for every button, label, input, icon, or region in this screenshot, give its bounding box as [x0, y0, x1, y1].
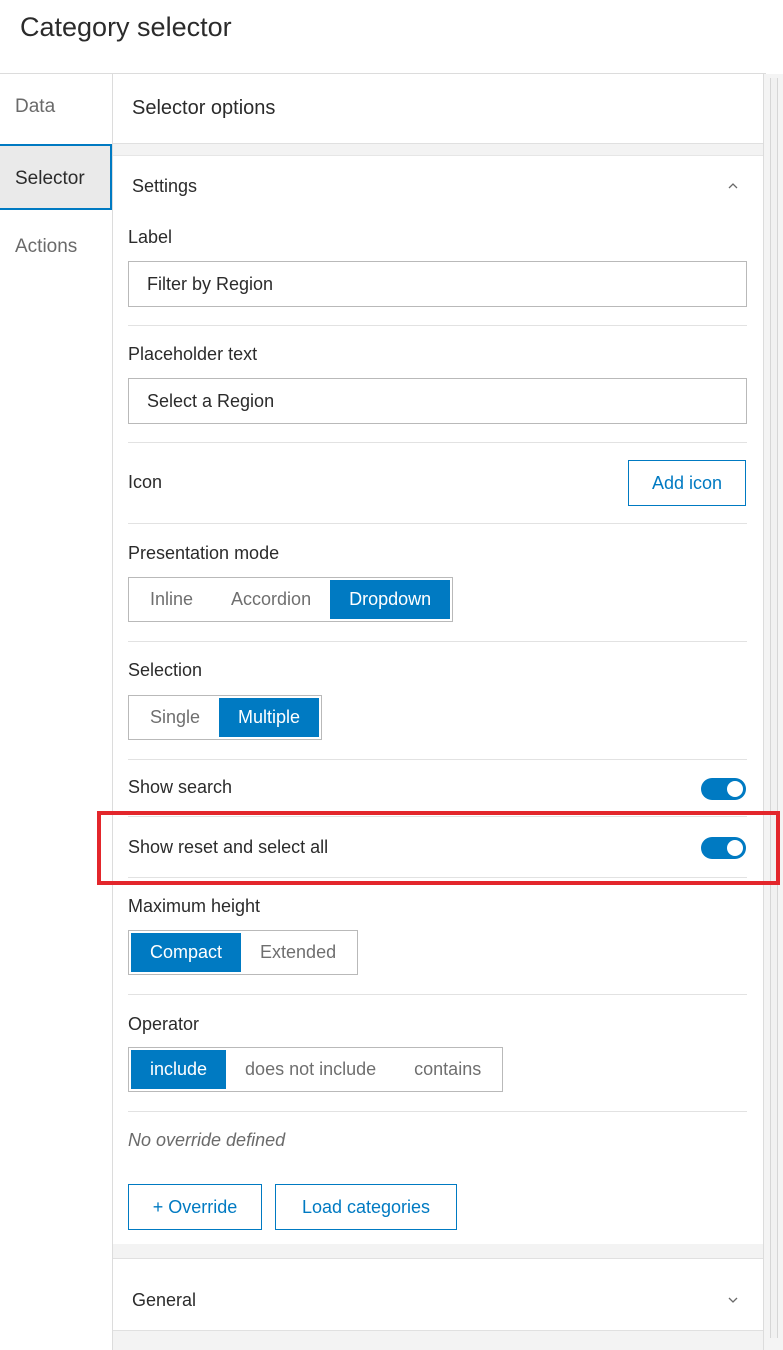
- presentation-mode-dropdown[interactable]: Dropdown: [330, 580, 451, 619]
- chevron-down-icon[interactable]: [725, 1292, 741, 1308]
- maximum-height-extended[interactable]: Extended: [241, 933, 355, 972]
- settings-section-header[interactable]: Settings: [113, 156, 763, 216]
- show-search-toggle[interactable]: [701, 778, 746, 800]
- operator-contains[interactable]: contains: [395, 1050, 500, 1089]
- toggle-knob: [727, 840, 743, 856]
- tab-data[interactable]: Data: [0, 74, 112, 140]
- show-search-label: Show search: [128, 777, 233, 797]
- divider: [128, 641, 747, 642]
- icon-field-label: Icon: [128, 472, 163, 492]
- divider: [128, 442, 747, 443]
- chevron-up-icon[interactable]: [725, 178, 741, 194]
- scrollbar[interactable]: [763, 74, 783, 1350]
- divider: [128, 816, 747, 817]
- section-gap: [113, 1244, 763, 1258]
- maximum-height-compact[interactable]: Compact: [131, 933, 242, 972]
- section-gap: [113, 1330, 763, 1350]
- override-note: No override defined: [128, 1130, 286, 1150]
- selection-single[interactable]: Single: [131, 698, 219, 737]
- tab-rail: Data Selector Actions: [0, 74, 113, 1350]
- toggle-knob: [727, 781, 743, 797]
- selection-label: Selection: [128, 660, 203, 680]
- show-reset-toggle[interactable]: [701, 837, 746, 859]
- divider: [128, 759, 747, 760]
- operator-include[interactable]: include: [131, 1050, 227, 1089]
- label-field-label: Label: [128, 227, 173, 247]
- show-reset-label: Show reset and select all: [128, 837, 329, 857]
- operator-label: Operator: [128, 1014, 200, 1034]
- operator-does-not-include[interactable]: does not include: [226, 1050, 395, 1089]
- presentation-mode-segmented-control: Inline Accordion Dropdown: [128, 577, 454, 622]
- maximum-height-label: Maximum height: [128, 896, 261, 916]
- add-icon-button[interactable]: Add icon: [628, 460, 746, 506]
- maximum-height-segmented-control: Compact Extended: [128, 930, 359, 975]
- load-categories-button[interactable]: Load categories: [275, 1184, 457, 1230]
- scrollbar-thumb[interactable]: [770, 78, 778, 1338]
- divider: [128, 523, 747, 524]
- divider: [128, 1111, 747, 1112]
- settings-section-title: Settings: [132, 176, 198, 196]
- divider: [128, 994, 747, 995]
- app: Category selector Data Selector Actions …: [0, 0, 783, 1350]
- tab-actions[interactable]: Actions: [0, 214, 112, 280]
- selection-multiple[interactable]: Multiple: [219, 698, 320, 737]
- panel-title: Selector options: [113, 74, 763, 144]
- window-title: Category selector: [20, 12, 232, 42]
- selection-segmented-control: Single Multiple: [128, 695, 323, 740]
- general-section-title: General: [132, 1290, 197, 1310]
- selector-options-panel: Selector options Settings Label Filter b…: [113, 74, 763, 1350]
- panel-gap: [113, 144, 763, 156]
- divider: [128, 877, 747, 878]
- presentation-mode-inline[interactable]: Inline: [131, 580, 212, 619]
- divider: [128, 325, 747, 326]
- presentation-mode-label: Presentation mode: [128, 543, 280, 563]
- presentation-mode-accordion[interactable]: Accordion: [212, 580, 330, 619]
- placeholder-input[interactable]: Select a Region: [128, 378, 747, 424]
- operator-segmented-control: include does not include contains: [128, 1047, 504, 1092]
- section-divider: [113, 1258, 763, 1259]
- tab-selector[interactable]: Selector: [0, 144, 112, 210]
- label-input[interactable]: Filter by Region: [128, 261, 747, 307]
- general-section-header[interactable]: General: [113, 1270, 763, 1330]
- add-override-button[interactable]: + Override: [128, 1184, 262, 1230]
- placeholder-field-label: Placeholder text: [128, 344, 258, 364]
